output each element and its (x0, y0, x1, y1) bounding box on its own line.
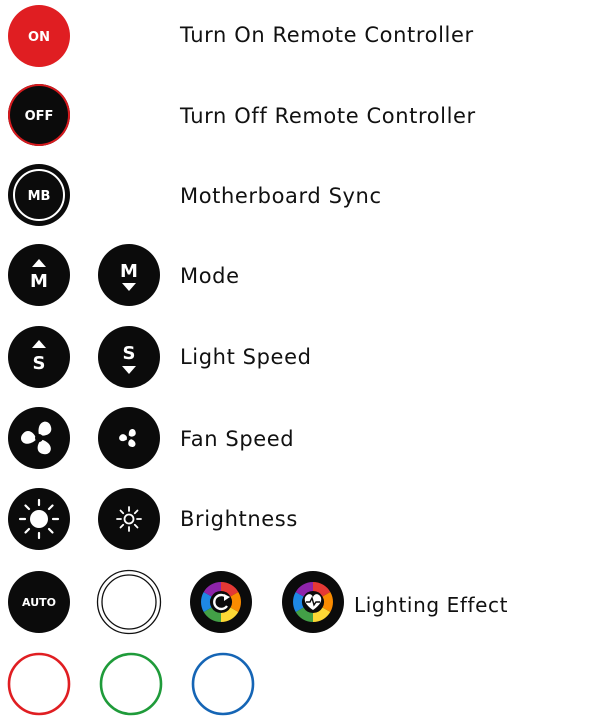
light-speed-up-button[interactable]: S (8, 326, 70, 388)
off-label: Turn Off Remote Controller (180, 104, 476, 128)
auto-badge-icon: AUTO (22, 596, 56, 609)
mode-up-button[interactable]: M (8, 244, 70, 306)
light-speed-label: Light Speed (180, 345, 312, 369)
red-color-ring[interactable] (7, 652, 71, 716)
svg-text:OFF: OFF (25, 109, 54, 124)
mode-down-button[interactable]: M (98, 244, 160, 306)
white-ring-button[interactable] (96, 569, 162, 635)
mode-down-icon: M (120, 261, 138, 291)
svg-text:ON: ON (28, 30, 50, 45)
motherboard-sync-label: Motherboard Sync (180, 184, 382, 208)
brightness-up-button[interactable] (8, 488, 70, 550)
svg-text:AUTO: AUTO (22, 596, 56, 609)
sun-small-icon (116, 506, 142, 532)
mode-label: Mode (180, 264, 240, 288)
rainbow-heartbeat-icon (293, 582, 333, 622)
red-ring-icon (7, 652, 71, 716)
fan-speed-label: Fan Speed (180, 427, 295, 451)
motherboard-sync-button[interactable]: MB (8, 164, 70, 226)
on-label: Turn On Remote Controller (180, 23, 474, 47)
fan-speed-up-button[interactable] (8, 407, 70, 469)
light-speed-down-button[interactable]: S (98, 326, 160, 388)
green-color-ring[interactable] (99, 652, 163, 716)
auto-button[interactable]: AUTO (8, 571, 70, 633)
svg-text:MB: MB (28, 189, 51, 204)
lighting-effect-label: Lighting Effect (354, 593, 509, 617)
on-badge-icon: ON (28, 30, 50, 45)
fan-speed-down-button[interactable] (98, 407, 160, 469)
speed-up-icon: S (32, 340, 46, 374)
off-badge-icon: OFF (25, 109, 54, 124)
brightness-label: Brightness (180, 507, 298, 531)
off-button[interactable]: OFF (8, 84, 70, 146)
svg-text:S: S (33, 353, 46, 374)
brightness-down-button[interactable] (98, 488, 160, 550)
white-ring-icon (96, 569, 162, 635)
rainbow-cycle-icon (201, 582, 241, 622)
svg-text:M: M (30, 271, 48, 292)
mode-up-icon: M (30, 259, 48, 292)
rainbow-cycle-button[interactable] (190, 571, 252, 633)
speed-down-icon: S (122, 343, 136, 374)
on-button[interactable]: ON (8, 5, 70, 67)
mb-badge-icon: MB (13, 169, 65, 221)
fan-large-icon (21, 421, 52, 455)
fan-small-icon (119, 428, 136, 447)
blue-color-ring[interactable] (191, 652, 255, 716)
svg-text:S: S (123, 343, 136, 364)
sun-large-icon (18, 498, 60, 540)
blue-ring-icon (191, 652, 255, 716)
svg-text:M: M (120, 261, 138, 282)
rainbow-heartbeat-button[interactable] (282, 571, 344, 633)
green-ring-icon (99, 652, 163, 716)
